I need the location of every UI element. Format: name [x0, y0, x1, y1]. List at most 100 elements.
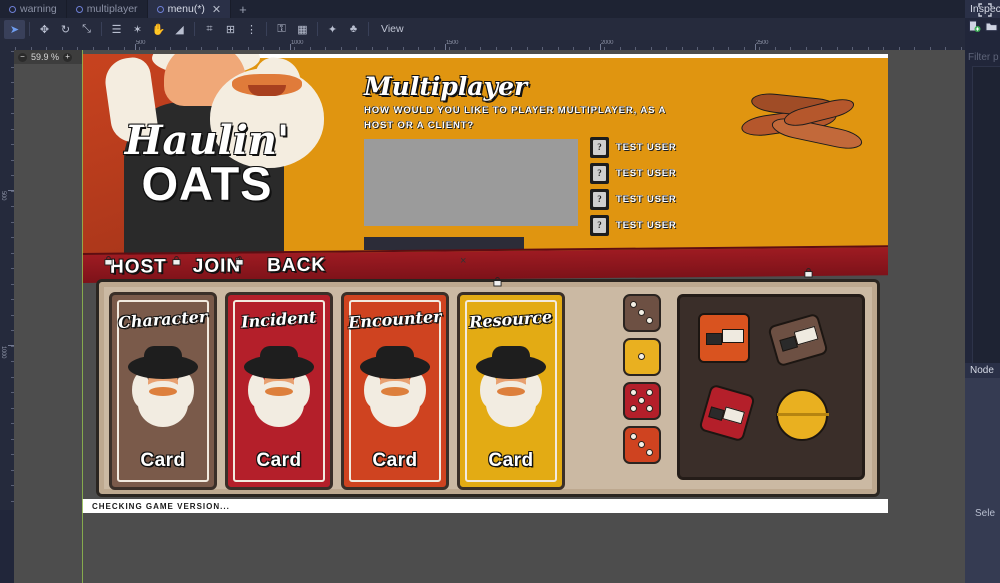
rotate-tool-icon[interactable]: ↻ [55, 20, 76, 39]
vertical-ruler[interactable]: 500 1000 [0, 50, 14, 510]
die-pip [629, 432, 637, 440]
die[interactable] [623, 294, 661, 332]
card-title: Character [117, 306, 209, 333]
game-status-bar: Checking game version... [82, 499, 888, 513]
avatar: ? [590, 136, 609, 158]
dialog-description: How would you like to player multiplayer… [364, 105, 666, 131]
grid-snap-tool-icon[interactable]: ⊞ [220, 20, 241, 39]
mascot-hat-crown [492, 345, 530, 366]
user-list-item[interactable]: ? Test User [590, 134, 730, 160]
user-list-item[interactable]: ? Test User [590, 186, 730, 212]
game-card[interactable]: Encounter Card [341, 292, 449, 490]
game-card[interactable]: Character Card [109, 292, 217, 490]
trailer-graphic [722, 406, 745, 425]
ruler-measure-tool-icon[interactable]: ◢ [169, 20, 190, 39]
token-box [677, 294, 865, 480]
avatar: ? [590, 214, 609, 236]
zoom-in-button[interactable]: + [63, 52, 73, 62]
card-inner: Resource Card [465, 300, 557, 482]
user-name: Test User [616, 167, 677, 179]
ruler-label: 2500 [756, 40, 769, 46]
user-name: Test User [616, 141, 677, 153]
truck-token-brown[interactable] [767, 312, 829, 368]
scene-icon [75, 5, 83, 13]
vertical-guide[interactable] [82, 50, 83, 583]
bacon-illustration [735, 82, 870, 162]
die[interactable] [623, 338, 661, 376]
node-tab[interactable]: Node [965, 363, 1000, 378]
close-icon[interactable]: ✕ [212, 3, 221, 16]
die-pip [646, 317, 654, 325]
scene-tab-multiplayer[interactable]: multiplayer [66, 0, 148, 18]
mascot-moustache [149, 386, 177, 396]
bone-tool-icon[interactable]: ✦ [322, 20, 343, 39]
host-button[interactable]: Host [110, 256, 167, 279]
user-list-item[interactable]: ? Test User [590, 160, 730, 186]
ruler-tool-icon[interactable]: ✶ [127, 20, 148, 39]
inspector-toolbar [968, 20, 998, 33]
canvas-toolbar: ➤ ✥ ↻ ⤡ ☰ ✶ ✋ ◢ ⌗ ⊞ ⋮ ⚿ ▦ ✦ ♣ View [0, 18, 965, 40]
scene-tab-label: warning [20, 3, 57, 15]
lock-tool-icon[interactable]: ⚿ [271, 20, 292, 39]
node-panel-body [965, 378, 1000, 583]
scale-tool-icon[interactable]: ⤡ [76, 20, 97, 39]
card-footer: Card [256, 450, 302, 471]
skeleton-tool-icon[interactable]: ♣ [343, 20, 364, 39]
smart-snap-tool-icon[interactable]: ⌗ [199, 20, 220, 39]
chat-log[interactable] [364, 139, 578, 226]
canvas-viewport[interactable]: Haulin' OATS Multiplayer How would you l… [14, 50, 965, 583]
card-title: Resource [468, 307, 554, 332]
die[interactable] [623, 426, 661, 464]
user-list-item[interactable]: ? Test User [590, 212, 730, 238]
card-mascot-icon [126, 345, 200, 429]
truck-token-orange[interactable] [698, 313, 750, 363]
unknown-avatar-icon: ? [593, 139, 606, 155]
lock-icon [235, 256, 244, 266]
back-button[interactable]: Back [267, 255, 326, 278]
open-resource-icon[interactable] [985, 20, 998, 33]
add-scene-button[interactable]: + [231, 0, 255, 18]
scene-tab-menu[interactable]: menu(*) ✕ [147, 0, 232, 18]
group-tool-icon[interactable]: ▦ [292, 20, 313, 39]
avatar: ? [590, 162, 609, 184]
node-tab-label: Node [970, 365, 994, 376]
card-mascot-icon [242, 345, 316, 429]
scene-tab-label: menu(*) [167, 3, 205, 15]
scene-tab-bar: warning multiplayer menu(*) ✕ + [0, 0, 965, 18]
move-tool-icon[interactable]: ✥ [34, 20, 55, 39]
unknown-avatar-icon: ? [593, 217, 606, 233]
ruler-label: 500 [136, 40, 146, 46]
snap-options-tool-icon[interactable]: ⋮ [241, 20, 262, 39]
mascot-moustache [497, 386, 525, 396]
game-card[interactable]: Incident Card [225, 292, 333, 490]
mascot-illustration [102, 54, 324, 261]
ruler-corner[interactable] [0, 40, 14, 50]
pan-tool-icon[interactable]: ✋ [148, 20, 169, 39]
cab-graphic [708, 406, 725, 421]
node-empty-text: Sele [975, 508, 996, 519]
zoom-out-button[interactable]: − [18, 52, 27, 62]
filter-properties-input[interactable]: Filter p [968, 52, 1000, 63]
truck-token-red[interactable] [698, 383, 756, 443]
inspector-property-list[interactable] [972, 66, 1000, 366]
mascot-arm-left [102, 55, 160, 145]
expand-icon[interactable] [978, 3, 992, 17]
game-scene: Haulin' OATS Multiplayer How would you l… [82, 50, 888, 513]
ruler-label: 1000 [291, 40, 304, 46]
new-resource-icon[interactable] [968, 20, 981, 33]
join-button[interactable]: Join [193, 255, 241, 277]
list-tool-icon[interactable]: ☰ [106, 20, 127, 39]
scene-tab-warning[interactable]: warning [0, 0, 67, 18]
lock-icon [104, 256, 113, 266]
avatar: ? [590, 188, 609, 210]
horizontal-ruler[interactable]: 500 1000 1500 2000 2500 [14, 40, 965, 50]
view-menu-button[interactable]: View [373, 23, 412, 35]
card-mascot-icon [358, 345, 432, 429]
game-card[interactable]: Resource Card [457, 292, 565, 490]
select-tool-icon[interactable]: ➤ [4, 19, 25, 39]
die-pip [638, 353, 645, 360]
die[interactable] [623, 382, 661, 420]
card-mascot-icon [474, 345, 548, 429]
mascot-hat-crown [144, 345, 182, 366]
truck-token-yellow[interactable] [776, 389, 829, 441]
